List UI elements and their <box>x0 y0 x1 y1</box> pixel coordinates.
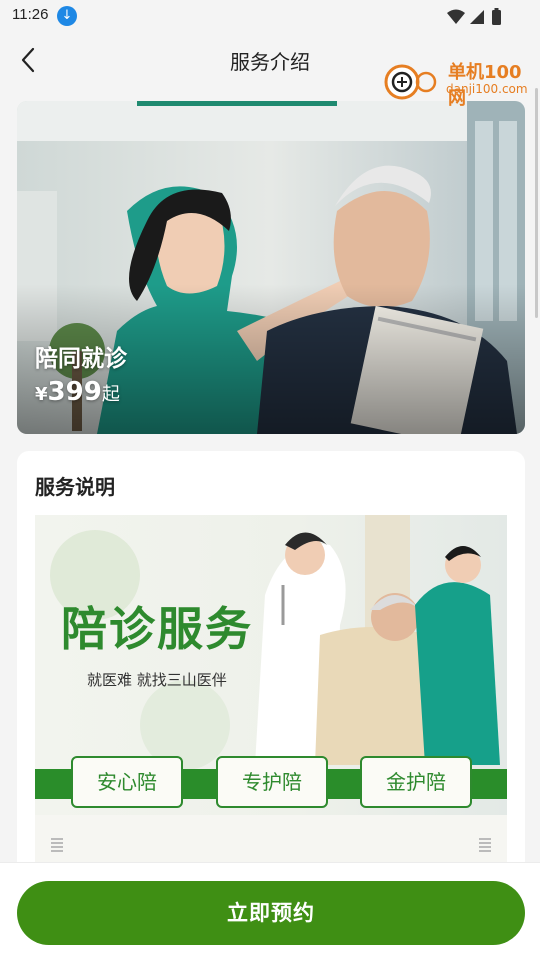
service-description-card: 服务说明 陪诊服务 就医难 就找三山医伴 安心陪 专护陪 金护陪 <box>17 451 525 891</box>
banner-title: 陪诊服务 <box>61 602 253 656</box>
price-currency: ¥ <box>35 384 48 405</box>
system-status-icons <box>447 8 501 25</box>
wifi-icon <box>447 9 465 24</box>
watermark: 单机100网 danji100.com <box>382 58 532 109</box>
status-time: 11:26 <box>12 6 49 23</box>
book-now-button[interactable]: 立即预约 <box>17 881 525 945</box>
status-bar: 11:26 ↓ <box>0 0 540 32</box>
hero-card[interactable]: 陪同就诊 ¥399起 <box>17 101 525 434</box>
banner-background <box>35 515 507 875</box>
service-banner: 陪诊服务 就医难 就找三山医伴 安心陪 专护陪 金护陪 <box>35 515 507 875</box>
section-title: 服务说明 <box>35 475 115 499</box>
battery-icon <box>492 10 501 25</box>
watermark-logo-icon <box>384 64 437 100</box>
price-value: 399 <box>47 377 102 407</box>
service-name: 陪同就诊 <box>35 346 127 372</box>
service-price: ¥399起 <box>35 377 120 407</box>
watermark-url: danji100.com <box>446 82 528 96</box>
download-icon: ↓ <box>57 6 77 26</box>
signal-icon <box>470 10 484 24</box>
price-suffix: 起 <box>101 384 120 405</box>
banner-subtitle: 就医难 就找三山医伴 <box>87 671 227 689</box>
scroll-indicator <box>535 88 538 318</box>
option-anxin[interactable]: 安心陪 <box>71 756 183 808</box>
option-jinhu[interactable]: 金护陪 <box>360 756 472 808</box>
option-zhuanhu[interactable]: 专护陪 <box>216 756 328 808</box>
bottom-bar: 立即预约 <box>0 862 540 960</box>
